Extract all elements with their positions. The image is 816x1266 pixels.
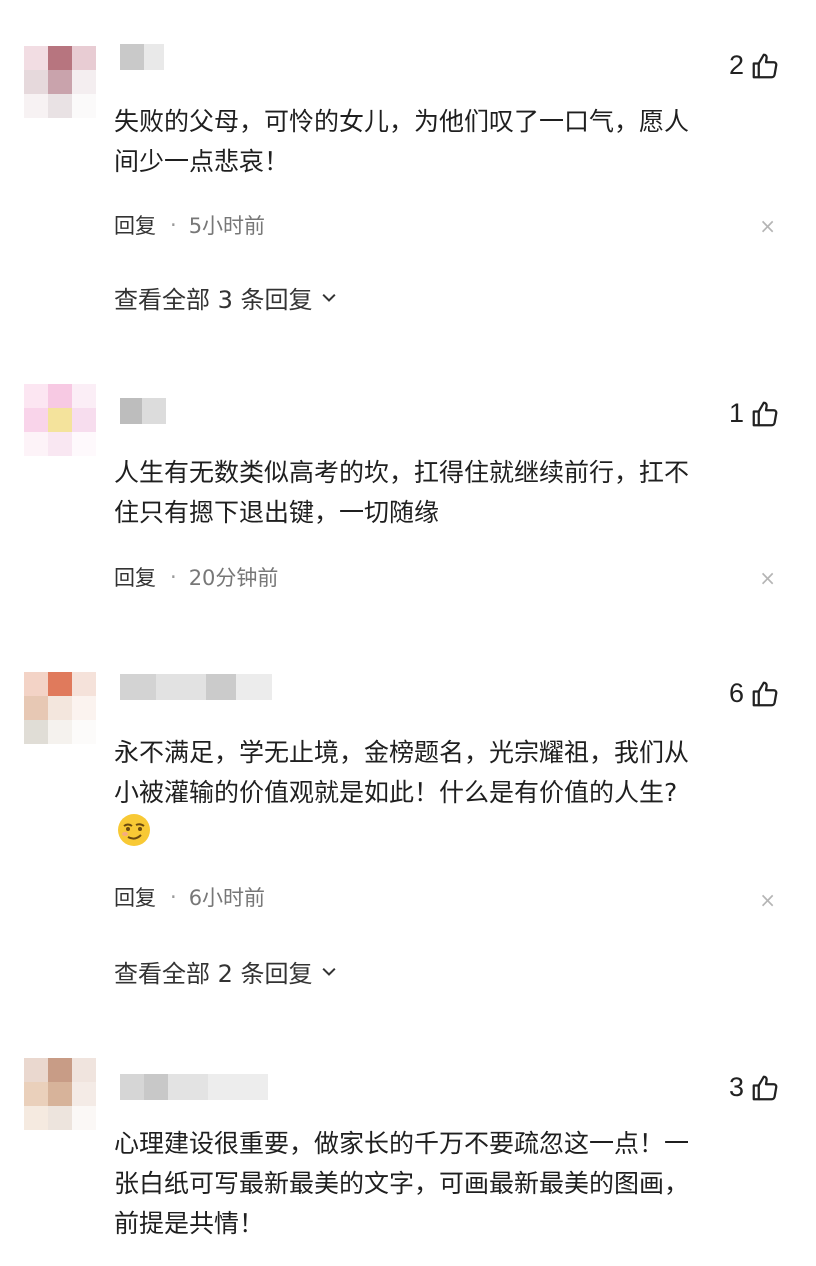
avatar-pixel [24,720,48,744]
avatar-pixel [48,1106,72,1130]
username-blur-block [120,44,144,70]
username-blur-block [144,1074,168,1100]
like-button[interactable]: 6 [729,678,780,709]
avatar-pixel [48,672,72,696]
like-count: 1 [728,398,744,428]
avatar[interactable] [24,672,96,744]
reply-button[interactable]: 回复 [114,882,156,912]
username-blur-block [156,674,206,700]
like-button[interactable]: 1 [729,398,780,429]
avatar-pixel [24,408,48,432]
comment-meta: 回复 · 6小时前 [114,882,265,912]
thumbs-up-icon [752,401,778,426]
avatar-pixel [72,384,96,408]
username[interactable] [120,1074,268,1100]
username-blur-block [120,398,142,424]
avatar-pixel [72,70,96,94]
avatar-pixel [24,1082,48,1106]
avatar-pixel [48,384,72,408]
thumbs-up-icon [752,681,778,706]
like-count: 3 [728,1072,744,1102]
username[interactable] [120,398,166,424]
avatar[interactable] [24,46,96,118]
avatar-pixel [24,70,48,94]
avatar-pixel [48,1058,72,1082]
comment-text: 永不满足，学无止境，金榜题名，光宗耀祖，我们从 小被灌输的价值观就是如此！什么是… [114,738,690,807]
avatar-pixel [48,1082,72,1106]
comment-text: 心理建设很重要，做家长的千万不要疏忽这一点！一 张白纸可写最新最美的文字，可画最… [114,1129,690,1238]
reply-button[interactable]: 回复 [114,210,156,240]
avatar-pixel [72,696,96,720]
thumbs-up-icon [752,53,778,78]
avatar-pixel [48,408,72,432]
avatar[interactable] [24,1058,96,1130]
comment-meta: 回复 · 5小时前 [114,210,265,240]
close-icon[interactable]: × [759,888,776,912]
avatar-pixel [48,94,72,118]
reply-button[interactable]: 回复 [114,562,156,592]
view-all-replies[interactable]: 查看全部 3 条回复 [114,280,339,315]
timestamp: 5小时前 [188,214,266,238]
chevron-down-icon [321,293,336,302]
avatar-pixel [72,720,96,744]
username-blur-block [142,398,166,424]
avatar-pixel [72,1058,96,1082]
avatar-pixel [72,408,96,432]
avatar-pixel [72,1106,96,1130]
avatar-pixel [24,1058,48,1082]
avatar-pixel [24,672,48,696]
comment-text: 人生有无数类似高考的坎，扛得住就继续前行，扛不 住只有摁下退出键，一切随缘 [114,458,690,527]
avatar-pixel [72,1082,96,1106]
avatar-pixel [48,720,72,744]
avatar-pixel [24,384,48,408]
avatar-pixel [72,432,96,456]
timestamp: 20分钟前 [188,566,279,590]
username-blur-block [236,674,272,700]
view-all-replies[interactable]: 查看全部 2 条回复 [114,954,339,989]
username[interactable] [120,674,272,700]
close-icon[interactable]: × [759,566,776,590]
avatar-pixel [48,46,72,70]
username-blur-block [144,44,164,70]
avatar-pixel [24,696,48,720]
username-blur-block [206,674,236,700]
username-blur-block [120,674,156,700]
like-count: 2 [728,50,744,80]
separator: · [170,213,177,237]
username-blur-block [208,1074,268,1100]
close-icon[interactable]: × [759,214,776,238]
username[interactable] [120,44,164,70]
avatar-pixel [48,70,72,94]
avatar-pixel [72,46,96,70]
like-button[interactable]: 2 [729,50,780,81]
smirk-emoji-icon [118,814,150,846]
timestamp: 6小时前 [188,886,266,910]
username-blur-block [120,1074,144,1100]
username-blur-block [168,1074,208,1100]
avatar-pixel [72,94,96,118]
chevron-down-icon [321,967,336,976]
separator: · [170,565,177,589]
like-count: 6 [728,678,744,708]
thumbs-up-icon [752,1075,778,1100]
separator: · [170,885,177,909]
avatar[interactable] [24,384,96,456]
avatar-pixel [24,46,48,70]
avatar-pixel [24,94,48,118]
avatar-pixel [72,672,96,696]
avatar-pixel [24,1106,48,1130]
like-button[interactable]: 3 [729,1072,780,1103]
avatar-pixel [24,432,48,456]
comment-meta: 回复 · 20分钟前 [114,562,278,592]
avatar-pixel [48,432,72,456]
comment-text: 失败的父母，可怜的女儿，为他们叹了一口气，愿人 间少一点悲哀！ [114,107,690,176]
avatar-pixel [48,696,72,720]
